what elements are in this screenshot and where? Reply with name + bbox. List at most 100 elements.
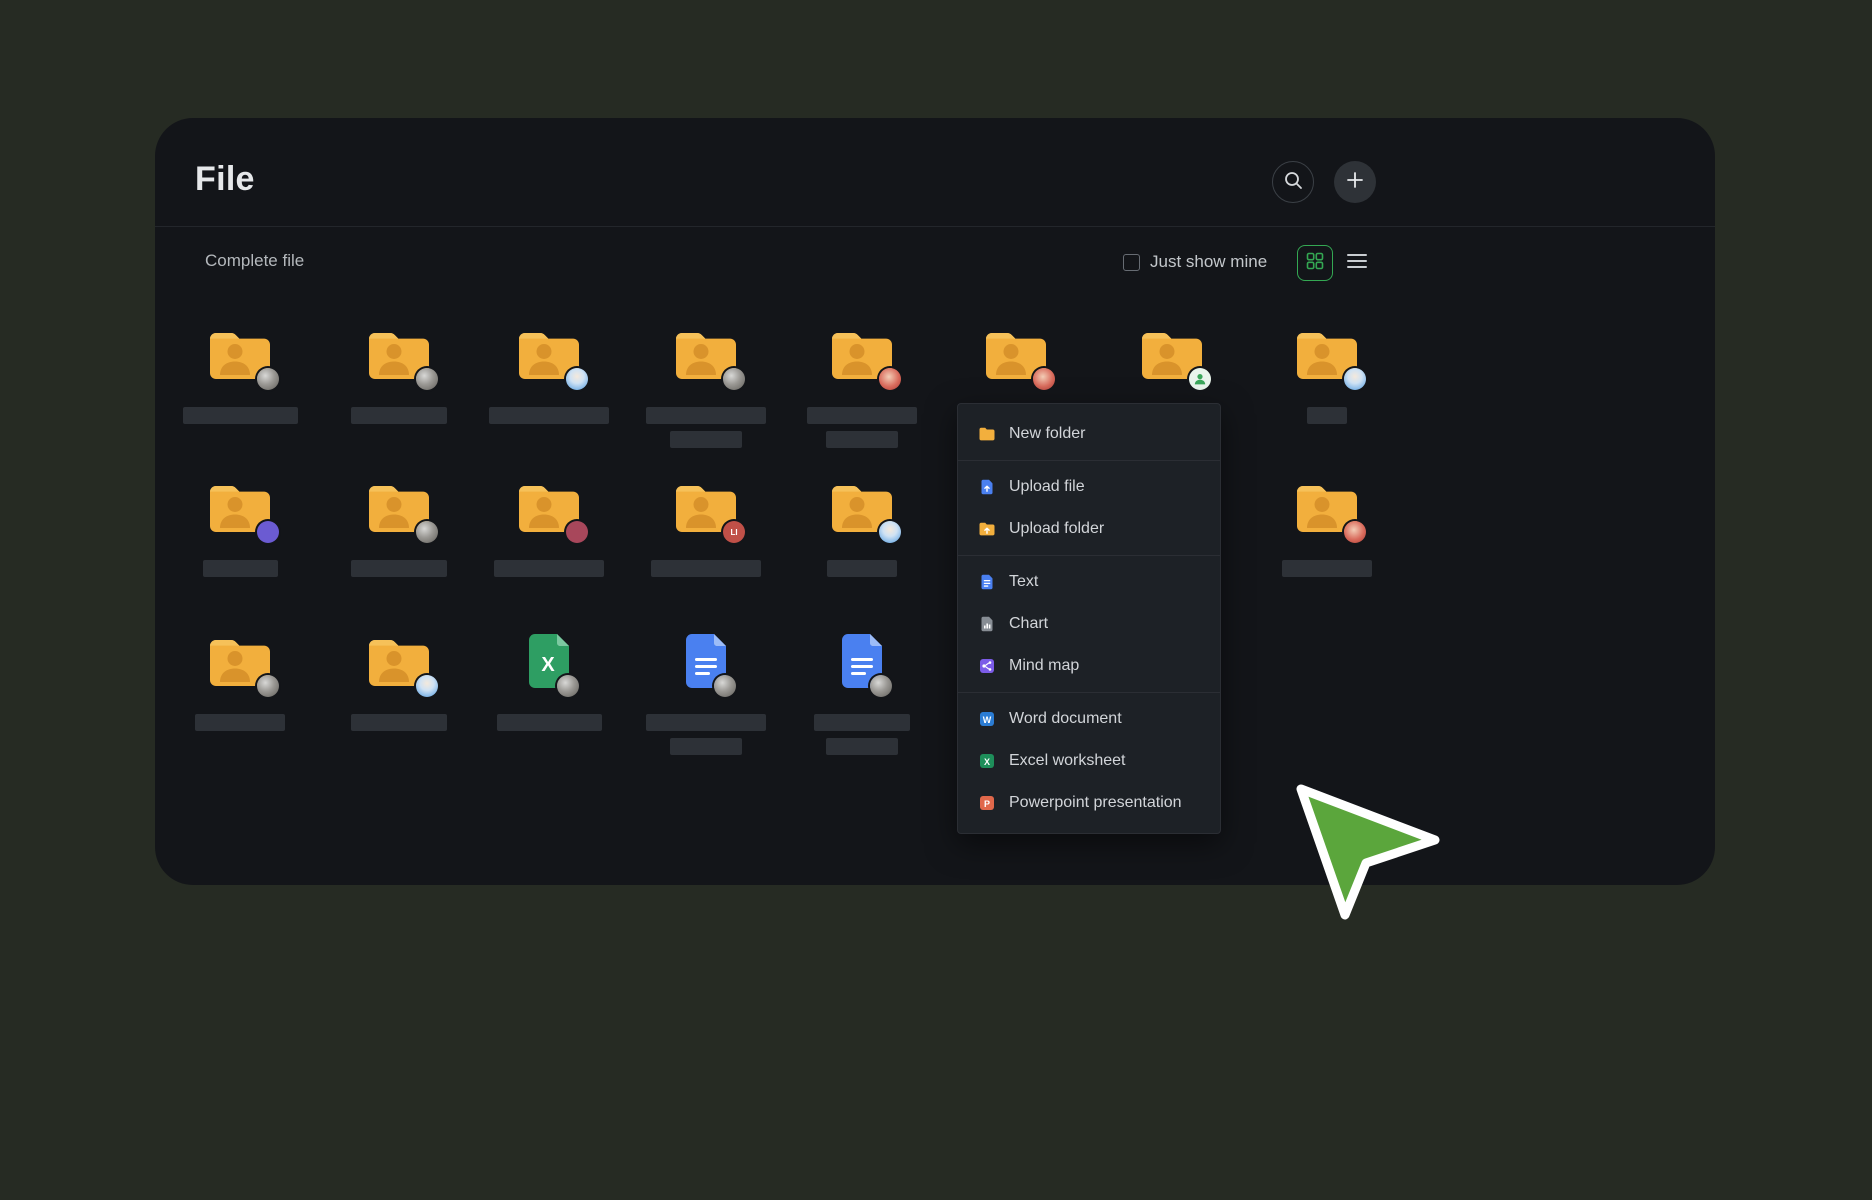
member-avatar — [879, 368, 901, 390]
file-name-placeholder — [826, 738, 898, 755]
menu-item-excel-worksheet[interactable]: X Excel worksheet — [958, 740, 1220, 782]
file-item[interactable] — [1107, 325, 1237, 383]
text-icon — [978, 573, 996, 591]
file-item[interactable] — [334, 478, 464, 577]
member-avatar — [557, 675, 579, 697]
menu-item-powerpoint-presentation[interactable]: P Powerpoint presentation — [958, 782, 1220, 824]
file-item[interactable] — [641, 325, 771, 448]
folder-icon — [1139, 325, 1205, 383]
file-name-placeholder — [1307, 407, 1347, 424]
file-name-placeholder — [670, 738, 742, 755]
file-item[interactable]: LI — [641, 478, 771, 577]
file-item[interactable] — [484, 478, 614, 577]
member-avatar: LI — [723, 521, 745, 543]
file-item[interactable] — [641, 632, 771, 755]
member-avatar — [1033, 368, 1055, 390]
desktop-background: { "window": { "title": "File" }, "header… — [0, 0, 1872, 1200]
document-file-icon — [838, 632, 886, 690]
member-avatar — [566, 368, 588, 390]
word-icon: W — [978, 710, 996, 728]
menu-item-label: Word document — [1009, 710, 1122, 728]
excel-icon: X — [978, 752, 996, 770]
menu-item-word-document[interactable]: W Word document — [958, 698, 1220, 740]
file-name-placeholder — [494, 560, 604, 577]
context-menu-group: New folder — [958, 408, 1220, 460]
member-avatar — [1344, 521, 1366, 543]
member-avatar — [257, 368, 279, 390]
file-name-placeholder — [670, 431, 742, 448]
file-item[interactable]: X — [484, 632, 614, 731]
menu-item-label: New folder — [1009, 425, 1085, 443]
file-grid: LI X — [155, 118, 1715, 885]
menu-item-upload-file[interactable]: Upload file — [958, 466, 1220, 508]
file-item[interactable] — [1262, 478, 1392, 577]
file-manager-window: File Complete file Just show mine — [155, 118, 1715, 885]
file-item[interactable] — [797, 478, 927, 577]
svg-text:W: W — [983, 715, 992, 725]
file-name-placeholder — [489, 407, 609, 424]
menu-item-label: Excel worksheet — [1009, 752, 1126, 770]
menu-item-text[interactable]: Text — [958, 561, 1220, 603]
file-name-placeholder — [814, 714, 910, 731]
file-name-placeholder — [183, 407, 298, 424]
folder-icon — [516, 325, 582, 383]
folder-icon — [207, 478, 273, 536]
context-menu-group: Text Chart Mind map — [958, 555, 1220, 692]
file-name-placeholder — [646, 407, 766, 424]
folder-icon: LI — [673, 478, 739, 536]
context-menu: New folder Upload file Upload folder Tex… — [957, 403, 1221, 834]
folder-icon — [1294, 325, 1360, 383]
file-item[interactable] — [334, 632, 464, 731]
file-item[interactable] — [797, 632, 927, 755]
folder-icon — [829, 325, 895, 383]
menu-item-upload-folder[interactable]: Upload folder — [958, 508, 1220, 550]
folder-icon — [673, 325, 739, 383]
folder-icon — [1294, 478, 1360, 536]
file-name-placeholder — [807, 407, 917, 424]
svg-text:P: P — [984, 799, 990, 809]
file-name-placeholder — [497, 714, 602, 731]
folder-icon — [983, 325, 1049, 383]
folder-icon — [829, 478, 895, 536]
file-item[interactable] — [334, 325, 464, 424]
svg-text:X: X — [984, 757, 990, 767]
file-name-placeholder — [651, 560, 761, 577]
member-avatar — [1189, 368, 1211, 390]
file-item[interactable] — [175, 325, 305, 424]
file-item[interactable] — [175, 478, 305, 577]
folder-icon — [978, 425, 996, 443]
file-item[interactable] — [175, 632, 305, 731]
folder-icon — [366, 478, 432, 536]
menu-item-chart[interactable]: Chart — [958, 603, 1220, 645]
folder-icon — [366, 632, 432, 690]
menu-item-label: Chart — [1009, 615, 1048, 633]
member-avatar — [566, 521, 588, 543]
member-avatar — [416, 368, 438, 390]
menu-item-label: Upload file — [1009, 478, 1085, 496]
file-name-placeholder — [1282, 560, 1372, 577]
context-menu-group: Upload file Upload folder — [958, 460, 1220, 555]
folder-icon — [207, 325, 273, 383]
menu-item-new-folder[interactable]: New folder — [958, 413, 1220, 455]
member-avatar — [257, 521, 279, 543]
member-avatar — [723, 368, 745, 390]
file-item[interactable] — [797, 325, 927, 448]
file-name-placeholder — [203, 560, 278, 577]
menu-item-label: Mind map — [1009, 657, 1079, 675]
mindmap-icon — [978, 657, 996, 675]
folder-icon — [207, 632, 273, 690]
member-avatar — [879, 521, 901, 543]
context-menu-group: W Word document X Excel worksheet P Powe… — [958, 692, 1220, 829]
file-item[interactable] — [1262, 325, 1392, 424]
file-item[interactable] — [951, 325, 1081, 383]
member-avatar — [1344, 368, 1366, 390]
member-avatar — [870, 675, 892, 697]
menu-item-mind-map[interactable]: Mind map — [958, 645, 1220, 687]
member-avatar — [714, 675, 736, 697]
file-name-placeholder — [826, 431, 898, 448]
member-avatar — [257, 675, 279, 697]
file-item[interactable] — [484, 325, 614, 424]
folder-icon — [516, 478, 582, 536]
chart-icon — [978, 615, 996, 633]
member-avatar — [416, 521, 438, 543]
